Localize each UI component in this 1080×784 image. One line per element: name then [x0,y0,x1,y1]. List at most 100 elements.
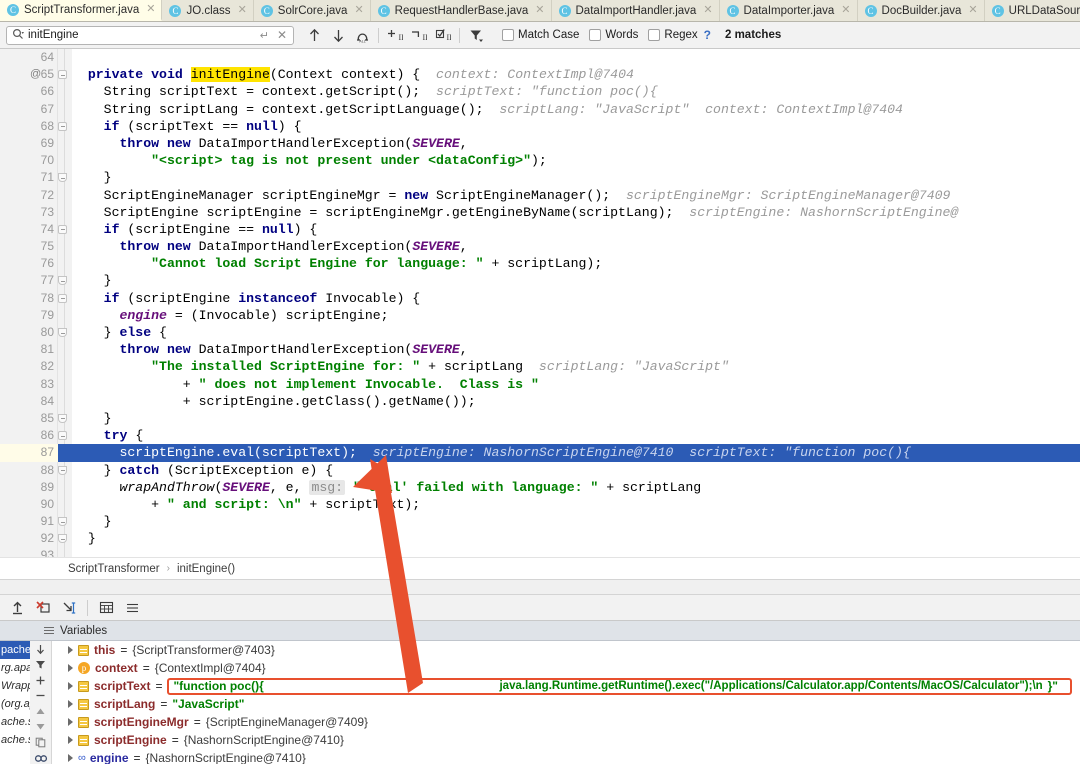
variable-row[interactable]: p context = {ContextImpl@7404} [56,659,1080,677]
code-line[interactable]: 64 [0,49,1080,66]
code-line[interactable]: 88 } catch (ScriptException e) { [0,462,1080,479]
code-line[interactable]: 92 } [0,530,1080,547]
fold-end-icon[interactable] [58,413,67,423]
expand-arrow-icon[interactable] [68,754,73,762]
fold-toggle-icon[interactable] [58,121,67,131]
close-icon[interactable]: ✕ [146,4,155,15]
code-line[interactable]: 72 ScriptEngineManager scriptEngineMgr =… [0,187,1080,204]
breadcrumb-method[interactable]: initEngine() [177,563,235,575]
editor-tab[interactable]: CURLDataSource.java✕ [984,0,1080,21]
search-box[interactable]: ↵ ✕ [6,25,294,45]
words-option[interactable]: Words [589,29,648,41]
evaluate-expression-icon[interactable] [4,596,30,620]
code-line[interactable]: 76 "Cannot load Script Engine for langua… [0,255,1080,272]
expand-arrow-icon[interactable] [68,718,73,726]
code-line[interactable]: 84 + scriptEngine.getClass().getName()); [0,393,1080,410]
remove-watch-icon[interactable] [32,690,50,703]
expand-arrow-icon[interactable] [68,646,73,654]
code-line[interactable]: 81 throw new DataImportHandlerException(… [0,341,1080,358]
editor-tab[interactable]: C SolrCore.java ✕ [253,0,371,21]
fold-toggle-icon[interactable] [58,224,67,234]
code-line[interactable]: 69 throw new DataImportHandlerException(… [0,135,1080,152]
copy-icon[interactable] [32,736,50,749]
words-checkbox[interactable] [589,29,602,41]
code-line[interactable]: 77 } [0,272,1080,289]
chain-icon[interactable] [32,752,50,765]
close-icon[interactable]: ✕ [238,5,247,16]
editor-tab[interactable]: C DocBuilder.java ✕ [857,0,985,21]
variables-tab-header[interactable]: Variables [0,621,1080,641]
editor-tab[interactable]: C ScriptTransformer.java ✕ [0,0,163,21]
code-line[interactable]: 74 if (scriptEngine == null) { [0,221,1080,238]
annotation-gutter-icon[interactable]: @ [30,66,41,83]
regex-checkbox[interactable] [648,29,661,41]
breadcrumb-class[interactable]: ScriptTransformer [68,563,160,575]
find-next-icon[interactable] [326,24,350,46]
filter-icon[interactable] [464,24,488,46]
code-line[interactable]: 86 try { [0,427,1080,444]
expand-arrow-icon[interactable] [68,700,73,708]
expand-arrow-icon[interactable] [68,736,73,744]
close-icon[interactable]: ✕ [354,5,363,16]
code-line[interactable]: 93 [0,547,1080,557]
close-icon[interactable]: ✕ [841,5,850,16]
fold-end-icon[interactable] [58,276,67,286]
editor-tab[interactable]: C JO.class ✕ [162,0,254,21]
panel-splitter[interactable] [0,579,1080,595]
expand-arrow-icon[interactable] [68,682,73,690]
code-line[interactable]: 87 scriptEngine.eval(scriptText); script… [0,444,1080,462]
variable-row[interactable]: ∞ engine = {NashornScriptEngine@7410} [56,749,1080,764]
enter-icon[interactable]: ↵ [258,29,271,42]
remove-selection-icon[interactable]: II [407,24,431,46]
code-line[interactable]: 65 @ private void initEngine(Context cont… [0,66,1080,83]
code-line[interactable]: 89 wrapAndThrow(SEVERE, e, msg: "'eval' … [0,479,1080,496]
code-line[interactable]: 78 if (scriptEngine instanceof Invocable… [0,290,1080,307]
select-all-occurrences-icon[interactable]: ALL [350,24,374,46]
fold-end-icon[interactable] [58,173,67,183]
match-case-option[interactable]: Match Case [502,29,589,41]
expand-arrow-icon[interactable] [68,664,73,672]
fold-end-icon[interactable] [58,534,67,544]
variable-row[interactable]: scriptEngineMgr = {ScriptEngineManager@7… [56,713,1080,731]
close-icon[interactable]: ✕ [703,5,712,16]
editor-tab[interactable]: C RequestHandlerBase.java ✕ [370,0,552,21]
settings-icon[interactable] [119,596,145,620]
code-line[interactable]: 91 } [0,513,1080,530]
find-previous-icon[interactable] [302,24,326,46]
match-case-checkbox[interactable] [502,29,514,41]
variable-row[interactable]: scriptText = "function poc(){java.lang.R… [56,677,1080,695]
code-line[interactable]: 83 + " does not implement Invocable. Cla… [0,376,1080,393]
code-line[interactable]: 71 } [0,169,1080,186]
move-up-icon[interactable] [32,705,50,718]
code-line[interactable]: 73 ScriptEngine scriptEngine = scriptEng… [0,204,1080,221]
fold-end-icon[interactable] [58,465,67,475]
fold-toggle-icon[interactable] [58,70,67,80]
close-icon[interactable]: ✕ [968,5,977,16]
editor-tab[interactable]: C DataImportHandler.java ✕ [551,0,720,21]
clear-icon[interactable]: ✕ [275,28,289,42]
filter-icon[interactable] [32,659,50,672]
variable-row[interactable]: scriptLang = "JavaScript" [56,695,1080,713]
code-line[interactable]: 66 String scriptText = context.getScript… [0,83,1080,100]
fold-end-icon[interactable] [58,328,67,337]
search-input[interactable] [28,29,254,41]
step-down-icon[interactable] [32,643,50,656]
add-watch-icon[interactable] [32,674,50,687]
jump-to-cursor-icon[interactable] [56,596,82,620]
table-view-icon[interactable] [93,596,119,620]
code-line[interactable]: 68 if (scriptText == null) { [0,118,1080,135]
code-editor[interactable]: 64 65 @ private void initEngine(Context co… [0,49,1080,557]
fold-toggle-icon[interactable] [58,293,67,303]
fold-end-icon[interactable] [58,517,67,527]
close-icon[interactable]: ✕ [535,5,544,16]
editor-tab[interactable]: C DataImporter.java ✕ [719,0,858,21]
code-line[interactable]: 80 } else { [0,324,1080,341]
code-line[interactable]: 67 String scriptLang = context.getScript… [0,101,1080,118]
variable-row[interactable]: this = {ScriptTransformer@7403} [56,641,1080,659]
code-line[interactable]: 85 } [0,410,1080,427]
code-line[interactable]: 70 "<script> tag is not present under <d… [0,152,1080,169]
variable-row[interactable]: scriptEngine = {NashornScriptEngine@7410… [56,731,1080,749]
code-line[interactable]: 75 throw new DataImportHandlerException(… [0,238,1080,255]
code-line[interactable]: 90 + " and script: \n" + scriptText); [0,496,1080,513]
regex-option[interactable]: Regex [648,29,707,41]
